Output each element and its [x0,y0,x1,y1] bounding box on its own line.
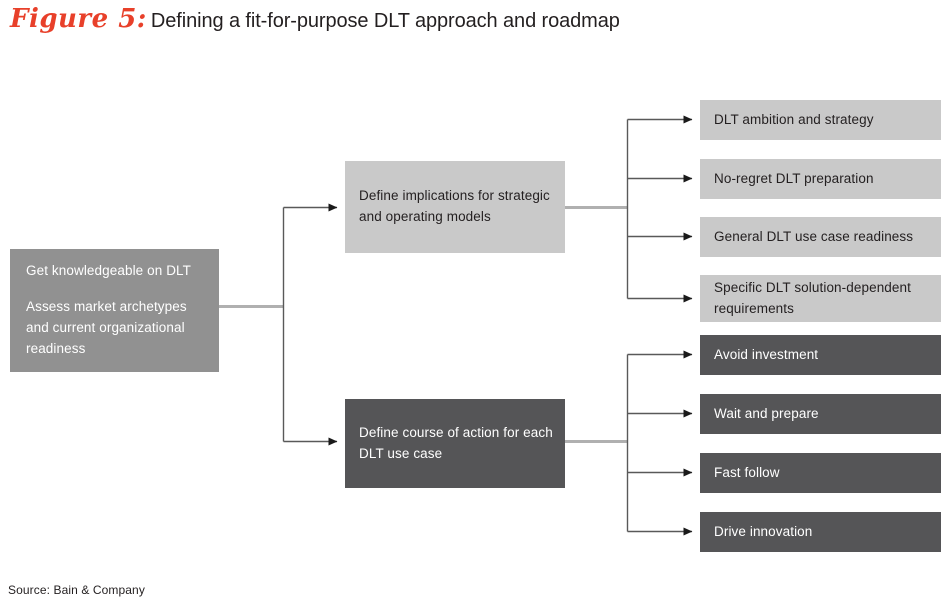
leaf-wait-label: Wait and prepare [714,405,819,421]
connector-strategic-leaves [565,115,693,303]
leaf-ambition-label: DLT ambition and strategy [714,111,874,127]
node-drive-innovation[interactable]: Drive innovation [700,512,941,552]
node-strategic-line-2: and operating models [359,209,491,224]
node-wait-and-prepare[interactable]: Wait and prepare [700,394,941,434]
source-note: Source: Bain & Company [8,583,145,597]
node-course-line-2: DLT use case [359,445,443,461]
flow-diagram: Get knowledgeable on DLT Assess market a… [0,0,950,609]
node-root-line-break [26,282,203,297]
node-dlt-ambition-and-strategy[interactable]: DLT ambition and strategy [700,100,941,140]
node-course-line-1: Define course of action for each [359,424,553,440]
node-specific-dlt-solution-dependent-requirements[interactable]: Specific DLT solution-dependent requirem… [700,275,941,322]
leaf-general-label: General DLT use case readiness [714,228,914,244]
node-fast-follow[interactable]: Fast follow [700,453,941,493]
leaf-specific-line-2: requirements [714,300,794,316]
node-get-knowledgeable[interactable]: Get knowledgeable on DLT Assess market a… [10,249,219,372]
leaf-drive-label: Drive innovation [714,523,813,539]
connector-course-leaves [565,350,693,536]
node-avoid-investment[interactable]: Avoid investment [700,335,941,375]
leaf-fast-label: Fast follow [714,464,780,480]
connector-root-split [219,203,338,446]
leaf-specific-line-1: Specific DLT solution-dependent [714,279,911,295]
node-general-dlt-use-case-readiness[interactable]: General DLT use case readiness [700,217,941,257]
node-define-implications[interactable]: Define implications for strategic and op… [345,161,565,253]
node-strategic-line-1: Define implications for strategic [359,188,550,204]
node-root-line-3: and current organizational [26,320,185,335]
node-root-line-4: readiness [26,340,86,356]
node-no-regret-dlt-preparation[interactable]: No-regret DLT preparation [700,159,941,199]
node-root-line-1: Get knowledgeable on DLT [26,263,191,279]
leaf-avoid-label: Avoid investment [714,346,819,362]
node-root-line-2: Assess market archetypes [26,299,187,315]
leaf-noregret-label: No-regret DLT preparation [714,170,874,186]
node-define-course-of-action[interactable]: Define course of action for each DLT use… [345,399,565,488]
